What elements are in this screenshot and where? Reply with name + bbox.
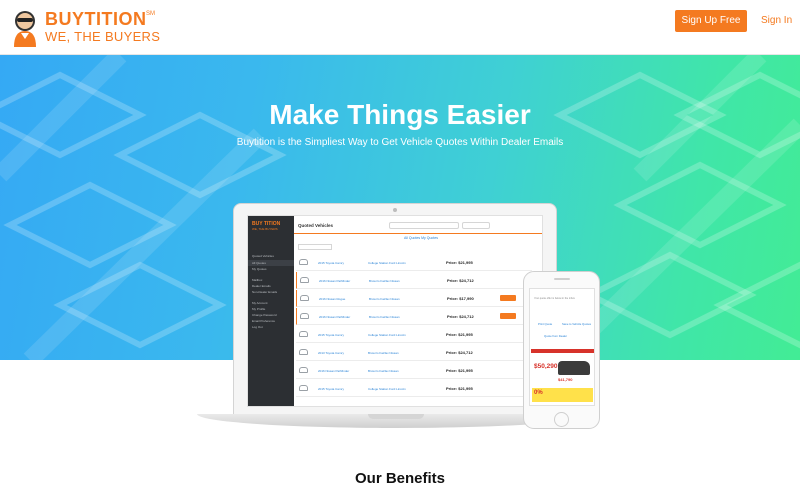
phone-mockup: Your quote offer is below in the inbox P… — [523, 271, 600, 429]
quote-dealer: College Station Ford Lincoln — [368, 387, 406, 391]
app-filter-input — [462, 222, 490, 229]
quote-price: Price: $24,712 — [446, 350, 473, 355]
phone-link: Save to Vehicle Quotes — [562, 322, 592, 326]
laptop-screen: BUY TITION WE, THE BUYERS Quoted Vehicle… — [247, 215, 543, 407]
quote-row: 2015 Toyota Camry College Station Ford L… — [296, 380, 532, 397]
quote-vehicle: 2016 Nissan Pathfinder — [319, 315, 351, 319]
sidebar-item: Email Preference — [252, 319, 276, 323]
app-divider — [294, 233, 542, 234]
dealer-ad: $50,290 $41,790 0% — [531, 353, 594, 405]
car-icon — [299, 385, 308, 391]
quote-price: Price: $17,990 — [447, 296, 474, 301]
laptop-notch — [368, 414, 424, 419]
phone-ad-link: Quote from Dealer — [544, 334, 568, 338]
sidebar-item: Mailbox — [252, 278, 263, 282]
phone-home-button — [554, 412, 569, 427]
quote-price: Price: $21,995 — [446, 332, 473, 337]
quote-price: Price: $21,995 — [446, 368, 473, 373]
quote-dealer: Brown's Fairfax Nissan — [369, 297, 400, 301]
benefits-heading: Our Benefits — [354, 470, 445, 487]
quote-dealer: Brown's Fairfax Nissan — [368, 351, 399, 355]
quote-vehicle: 2016 Nissan Pathfinder — [319, 279, 351, 283]
quote-vehicle: 2013 Toyota Camry — [318, 351, 344, 355]
quote-row: 2016 Nissan Rogue Brown's Fairfax Nissan… — [296, 290, 532, 307]
quote-dealer: College Station Ford Lincoln — [368, 261, 406, 265]
quote-row: 2016 Nissan Pathfinder Brown's Fairfax N… — [296, 272, 532, 289]
phone-speaker — [554, 278, 570, 280]
car-icon — [299, 331, 308, 337]
mascot-icon — [14, 11, 36, 47]
quote-row: 2015 Toyota Camry College Station Ford L… — [296, 254, 532, 271]
quote-price: Price: $21,995 — [446, 260, 473, 265]
app-filter-select — [298, 244, 332, 250]
app-page-title: Quoted Vehicles — [298, 223, 334, 228]
quote-row: 2016 Nissan Pathfinder Brown's Fairfax N… — [296, 308, 532, 325]
app-logo-tagline: WE, THE BUYERS — [252, 227, 278, 231]
quote-price: Price: $24,712 — [447, 314, 474, 319]
sidebar-item: My Quotes — [252, 267, 267, 271]
sidebar-item: Change Password — [252, 313, 277, 317]
quote-action-button — [500, 295, 516, 301]
sidebar-item: All Quotes — [252, 261, 266, 265]
ad-price-secondary: $41,790 — [558, 377, 573, 382]
sidebar-item: Dealer Emails — [252, 284, 271, 288]
car-icon — [300, 277, 309, 283]
app-tabs: All Quotes My Quotes — [404, 236, 439, 240]
laptop-camera — [393, 208, 397, 212]
car-icon — [299, 367, 308, 373]
site-header: BUYTITION SM WE, THE BUYERS Sign Up Free… — [0, 0, 800, 55]
logo-brand: BUYTITION — [45, 9, 147, 29]
quote-dealer: Brown's Fairfax Nissan — [369, 279, 400, 283]
quote-dealer: Brown's Fairfax Nissan — [368, 369, 399, 373]
quote-vehicle: 2016 Nissan Pathfinder — [318, 369, 350, 373]
hero-title: Make Things Easier — [269, 99, 531, 130]
quote-vehicle: 2016 Nissan Rogue — [319, 297, 346, 301]
ad-apr: 0% — [534, 390, 543, 396]
sign-in-link[interactable]: Sign In — [761, 15, 792, 26]
quote-vehicle: 2015 Toyota Camry — [318, 387, 344, 391]
app-search-input — [389, 222, 459, 229]
car-icon — [299, 349, 308, 355]
hero-subtitle: Buytition is the Simpliest Way to Get Ve… — [236, 137, 564, 148]
phone-heading: Your quote offer is below in the inbox — [534, 297, 575, 300]
quote-price: Price: $21,995 — [446, 386, 473, 391]
buytition-logo[interactable]: BUYTITION SM WE, THE BUYERS — [10, 7, 160, 49]
car-icon — [300, 295, 309, 301]
sidebar-item: My Profile — [252, 307, 266, 311]
sign-up-button[interactable]: Sign Up Free — [675, 10, 747, 32]
car-image — [558, 361, 590, 375]
quote-dealer: College Station Ford Lincoln — [368, 333, 406, 337]
logo-trademark: SM — [146, 11, 155, 17]
logo-tagline: WE, THE BUYERS — [45, 29, 161, 44]
quote-action-button — [500, 313, 516, 319]
quote-row: 2013 Toyota Camry Brown's Fairfax Nissan… — [296, 344, 532, 361]
car-icon — [299, 259, 308, 265]
app-sidebar: BUY TITION WE, THE BUYERS Quoted Vehicle… — [248, 216, 294, 406]
car-icon — [300, 313, 309, 319]
quote-row: 2016 Nissan Pathfinder Brown's Fairfax N… — [296, 362, 532, 379]
sidebar-item: Quoted Vehicles — [252, 254, 274, 258]
sidebar-item: Non-Dealer Emails — [252, 290, 278, 294]
laptop-mockup: BUY TITION WE, THE BUYERS Quoted Vehicle… — [233, 203, 557, 418]
phone-screen: Your quote offer is below in the inbox P… — [529, 288, 595, 406]
sidebar-item: My Account — [252, 301, 268, 305]
phone-link: Print Quote — [538, 322, 553, 326]
ad-price: $50,290 — [534, 363, 558, 370]
app-main: Quoted Vehicles All Quotes My Quotes 201… — [294, 216, 542, 406]
sidebar-item: Log Out — [252, 325, 263, 329]
quote-dealer: Brown's Fairfax Nissan — [369, 315, 400, 319]
quote-vehicle: 2015 Toyota Camry — [318, 333, 344, 337]
quote-price: Price: $24,712 — [447, 278, 474, 283]
quote-vehicle: 2015 Toyota Camry — [318, 261, 344, 265]
quote-row: 2015 Toyota Camry College Station Ford L… — [296, 326, 532, 343]
